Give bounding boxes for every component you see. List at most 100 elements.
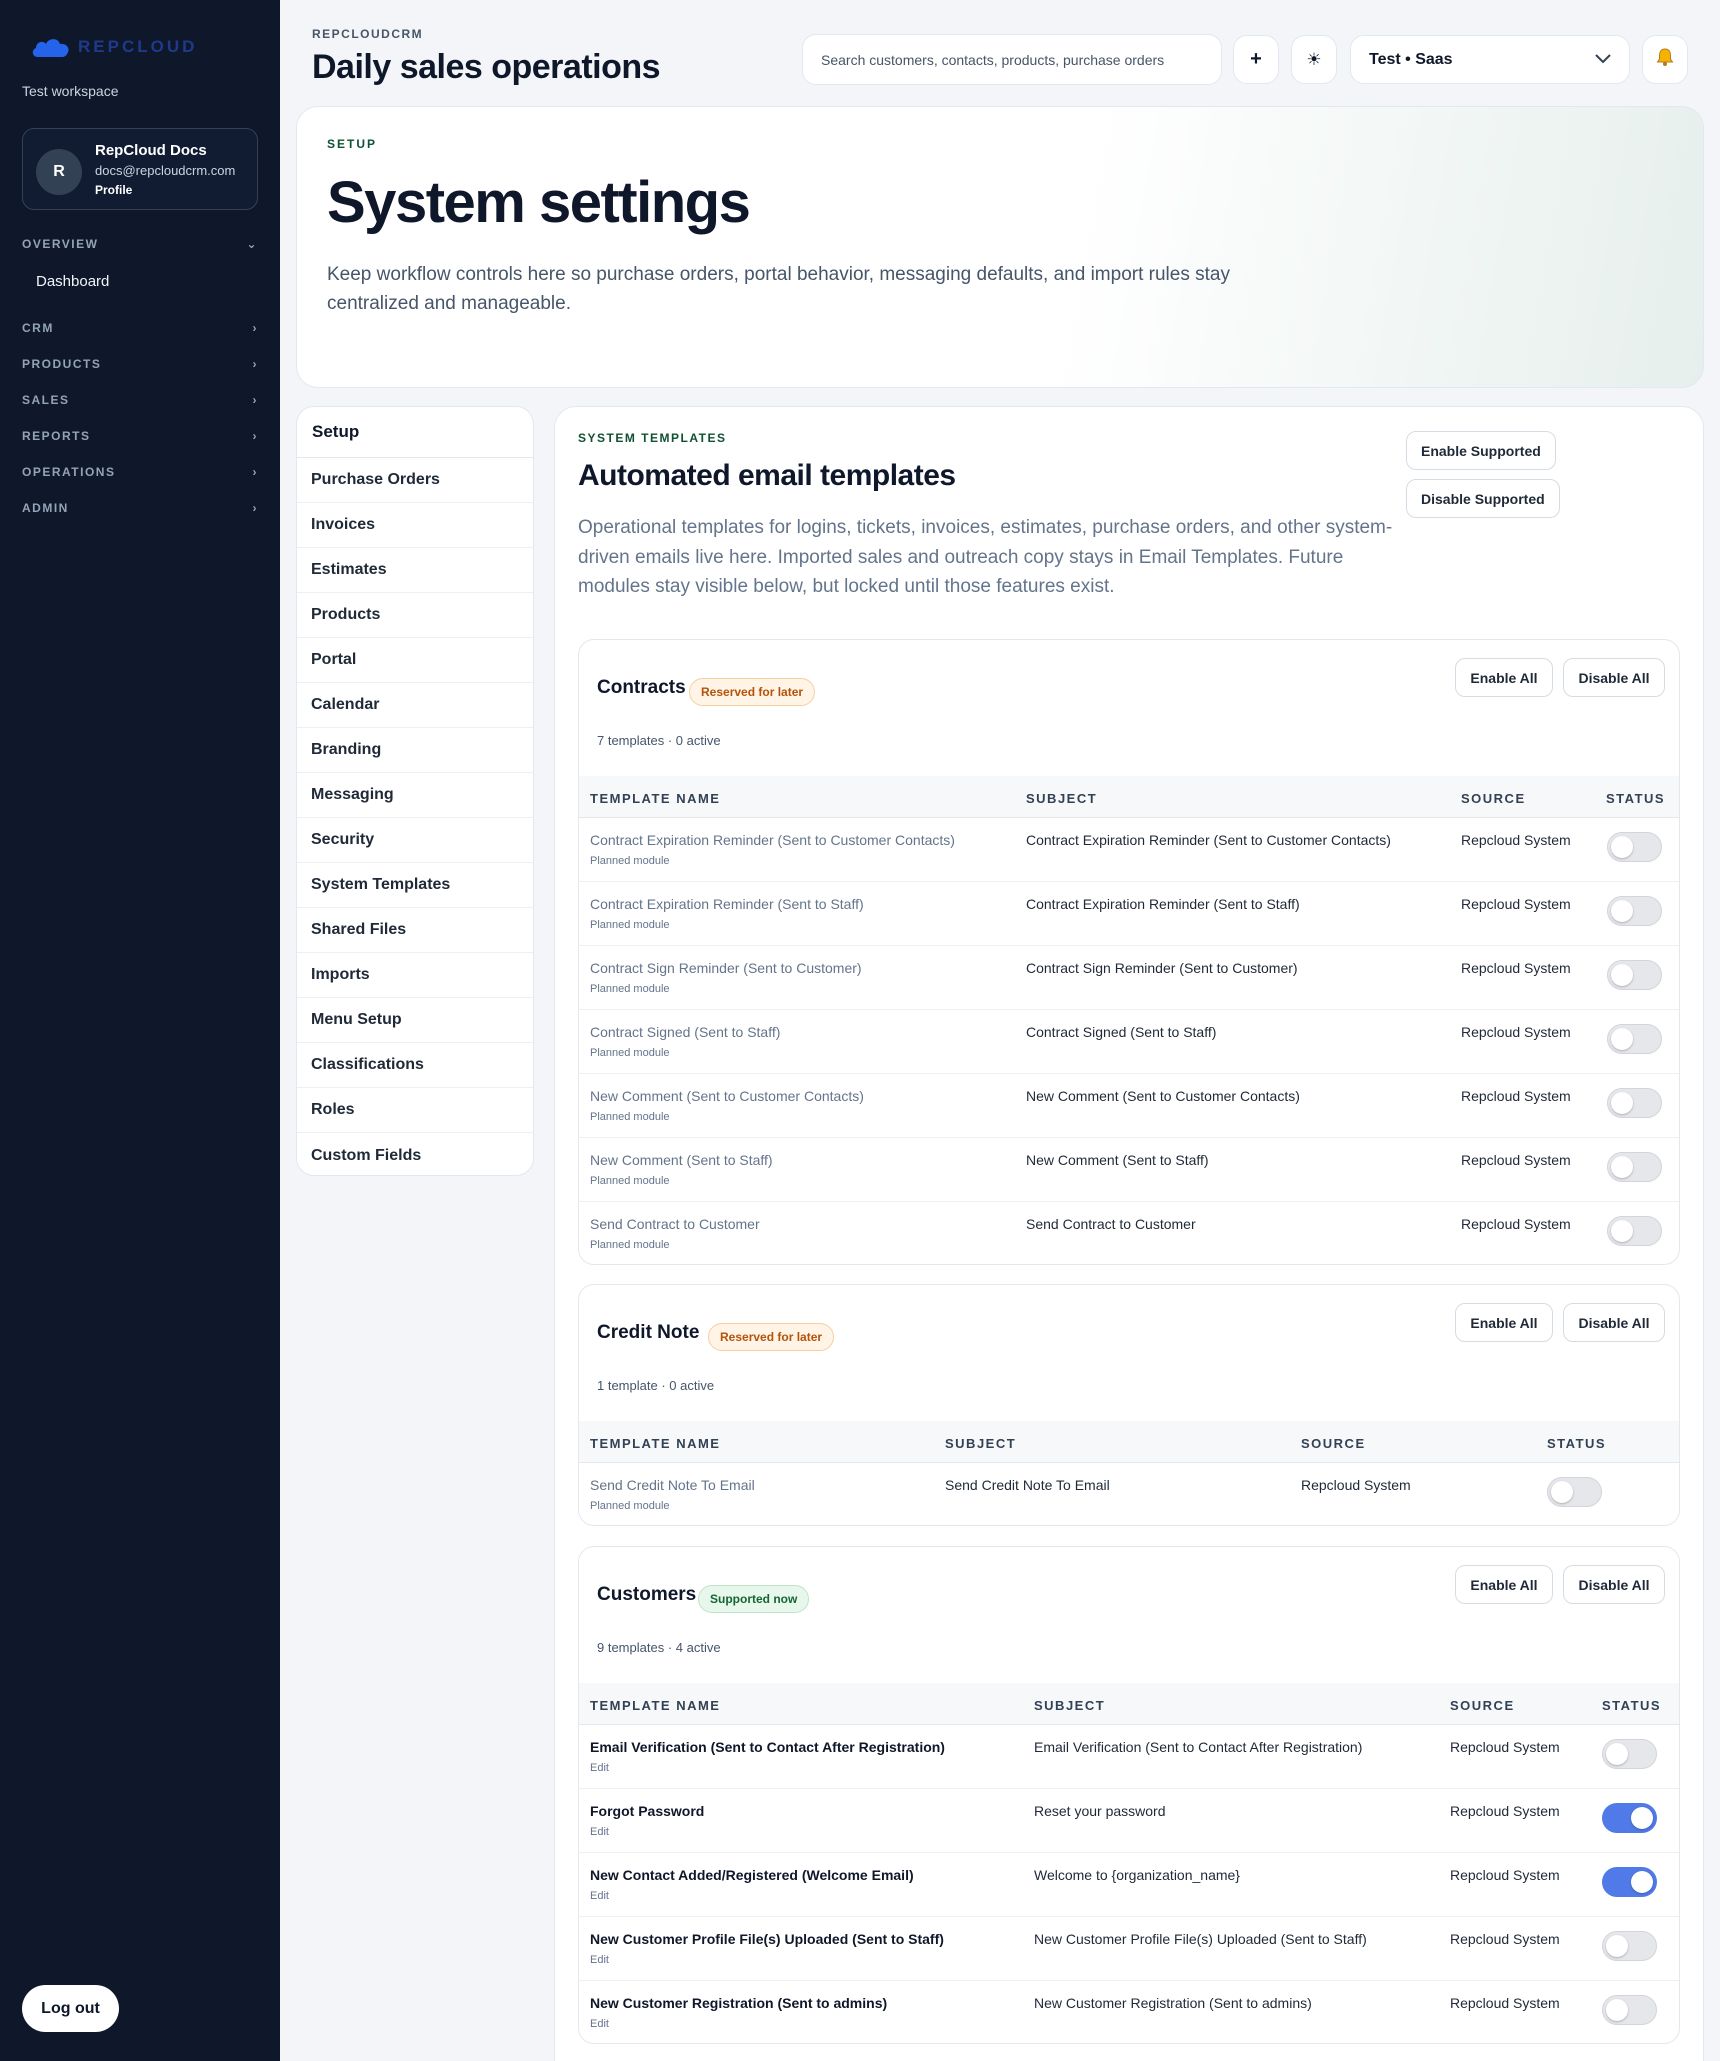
nav-section-overview[interactable]: OVERVIEW ⌄ xyxy=(22,237,258,251)
edit-link[interactable]: Edit xyxy=(590,1954,609,1966)
nav-section-crm[interactable]: CRM › xyxy=(22,321,258,335)
logout-button[interactable]: Log out xyxy=(22,1985,119,2032)
theme-toggle-button[interactable]: ☀ xyxy=(1291,35,1337,84)
status-toggle[interactable] xyxy=(1607,1216,1662,1246)
setup-nav-item-menu-setup[interactable]: Menu Setup xyxy=(297,998,533,1043)
chevron-right-icon: › xyxy=(252,465,258,479)
nav-section-label: OPERATIONS xyxy=(22,465,116,479)
enable-supported-button[interactable]: Enable Supported xyxy=(1406,431,1556,470)
search-input[interactable]: Search customers, contacts, products, pu… xyxy=(802,34,1222,85)
setup-nav-item-classifications[interactable]: Classifications xyxy=(297,1043,533,1088)
template-name: Contract Expiration Reminder (Sent to St… xyxy=(590,896,864,912)
disable-supported-button[interactable]: Disable Supported xyxy=(1406,479,1560,518)
template-source: Repcloud System xyxy=(1461,1216,1571,1232)
disable-all-button[interactable]: Disable All xyxy=(1563,658,1665,697)
planned-module-note: Planned module xyxy=(590,1500,670,1512)
template-name: Send Credit Note To Email xyxy=(590,1477,755,1493)
edit-link[interactable]: Edit xyxy=(590,1890,609,1902)
column-header-status: STATUS xyxy=(1547,1436,1607,1451)
setup-nav-item-portal[interactable]: Portal xyxy=(297,638,533,683)
add-button[interactable]: + xyxy=(1233,35,1279,84)
column-header-name: TEMPLATE NAME xyxy=(590,1698,721,1713)
disable-all-button[interactable]: Disable All xyxy=(1563,1303,1665,1342)
setup-nav-item-roles[interactable]: Roles xyxy=(297,1088,533,1133)
nav-section-label: PRODUCTS xyxy=(22,357,102,371)
enable-all-button[interactable]: Enable All xyxy=(1455,658,1553,697)
status-toggle[interactable] xyxy=(1602,1803,1657,1833)
disable-all-button[interactable]: Disable All xyxy=(1563,1565,1665,1604)
status-toggle[interactable] xyxy=(1607,960,1662,990)
status-toggle[interactable] xyxy=(1607,832,1662,862)
status-toggle[interactable] xyxy=(1602,1995,1657,2025)
template-name[interactable]: Email Verification (Sent to Contact Afte… xyxy=(590,1739,945,1755)
nav-item-dashboard[interactable]: Dashboard xyxy=(36,273,109,290)
enable-all-button[interactable]: Enable All xyxy=(1455,1303,1553,1342)
template-name: New Comment (Sent to Customer Contacts) xyxy=(590,1088,864,1104)
nav-section-admin[interactable]: ADMIN › xyxy=(22,501,258,515)
template-source: Repcloud System xyxy=(1450,1867,1560,1883)
setup-nav-item-security[interactable]: Security xyxy=(297,818,533,863)
nav-section-operations[interactable]: OPERATIONS › xyxy=(22,465,258,479)
nav-section-label: REPORTS xyxy=(22,429,91,443)
setup-nav-item-calendar[interactable]: Calendar xyxy=(297,683,533,728)
setup-nav-item-products[interactable]: Products xyxy=(297,593,533,638)
edit-link[interactable]: Edit xyxy=(590,1762,609,1774)
template-name[interactable]: Forgot Password xyxy=(590,1803,704,1819)
setup-nav-item-system-templates[interactable]: System Templates xyxy=(297,863,533,908)
status-toggle[interactable] xyxy=(1602,1931,1657,1961)
planned-module-note: Planned module xyxy=(590,1175,670,1187)
status-badge: Supported now xyxy=(698,1585,810,1613)
nav-section-sales[interactable]: SALES › xyxy=(22,393,258,407)
group-count: 1 template · 0 active xyxy=(597,1378,715,1393)
setup-nav-item-invoices[interactable]: Invoices xyxy=(297,503,533,548)
edit-link[interactable]: Edit xyxy=(590,2018,609,2030)
setup-nav-item-purchase-orders[interactable]: Purchase Orders xyxy=(297,458,533,503)
template-name: Contract Signed (Sent to Staff) xyxy=(590,1024,781,1040)
planned-module-note: Planned module xyxy=(590,855,670,867)
status-toggle[interactable] xyxy=(1602,1739,1657,1769)
hero-card: SETUP System settings Keep workflow cont… xyxy=(296,106,1704,388)
enable-all-button[interactable]: Enable All xyxy=(1455,1565,1553,1604)
template-name[interactable]: New Customer Registration (Sent to admin… xyxy=(590,1995,887,2011)
nav-section-reports[interactable]: REPORTS › xyxy=(22,429,258,443)
status-toggle[interactable] xyxy=(1607,896,1662,926)
planned-module-note: Planned module xyxy=(590,919,670,931)
table-row: New Comment (Sent to Customer Contacts) P… xyxy=(579,1074,1679,1138)
template-subject: Send Contract to Customer xyxy=(1026,1216,1196,1232)
status-toggle[interactable] xyxy=(1602,1867,1657,1897)
setup-nav-item-custom-fields[interactable]: Custom Fields xyxy=(297,1133,533,1175)
template-subject: Contract Signed (Sent to Staff) xyxy=(1026,1024,1217,1040)
status-toggle[interactable] xyxy=(1547,1477,1602,1507)
template-name[interactable]: New Contact Added/Registered (Welcome Em… xyxy=(590,1867,914,1883)
template-source: Repcloud System xyxy=(1450,1931,1560,1947)
profile-card[interactable]: R RepCloud Docs docs@repcloudcrm.com Pro… xyxy=(22,128,258,210)
template-subject: Email Verification (Sent to Contact Afte… xyxy=(1034,1739,1363,1755)
workspace-select[interactable]: Test • Saas xyxy=(1350,35,1630,84)
status-toggle[interactable] xyxy=(1607,1024,1662,1054)
template-source: Repcloud System xyxy=(1450,1995,1560,2011)
template-name[interactable]: New Customer Profile File(s) Uploaded (S… xyxy=(590,1931,944,1947)
column-header-name: TEMPLATE NAME xyxy=(590,1436,721,1451)
template-source: Repcloud System xyxy=(1461,1088,1571,1104)
nav-section-products[interactable]: PRODUCTS › xyxy=(22,357,258,371)
brand-logo[interactable]: REPCLOUD xyxy=(30,36,197,58)
edit-link[interactable]: Edit xyxy=(590,1826,609,1838)
setup-nav-item-branding[interactable]: Branding xyxy=(297,728,533,773)
notifications-button[interactable] xyxy=(1642,35,1688,84)
template-name: Contract Sign Reminder (Sent to Customer… xyxy=(590,960,862,976)
table-header: TEMPLATE NAME SUBJECT SOURCE STATUS xyxy=(579,1683,1679,1725)
status-toggle[interactable] xyxy=(1607,1088,1662,1118)
group-count: 7 templates · 0 active xyxy=(597,733,721,748)
status-toggle[interactable] xyxy=(1607,1152,1662,1182)
template-source: Repcloud System xyxy=(1461,832,1571,848)
panel-eyebrow: SYSTEM TEMPLATES xyxy=(578,431,727,445)
chevron-right-icon: › xyxy=(252,501,258,515)
setup-nav-item-estimates[interactable]: Estimates xyxy=(297,548,533,593)
setup-nav-item-messaging[interactable]: Messaging xyxy=(297,773,533,818)
setup-nav-item-imports[interactable]: Imports xyxy=(297,953,533,998)
group-title: Contracts xyxy=(597,677,686,698)
setup-nav: Setup Purchase Orders Invoices Estimates Pr… xyxy=(296,406,534,1176)
hero-eyebrow: SETUP xyxy=(327,137,378,151)
setup-nav-item-shared-files[interactable]: Shared Files xyxy=(297,908,533,953)
profile-link[interactable]: Profile xyxy=(95,183,132,197)
